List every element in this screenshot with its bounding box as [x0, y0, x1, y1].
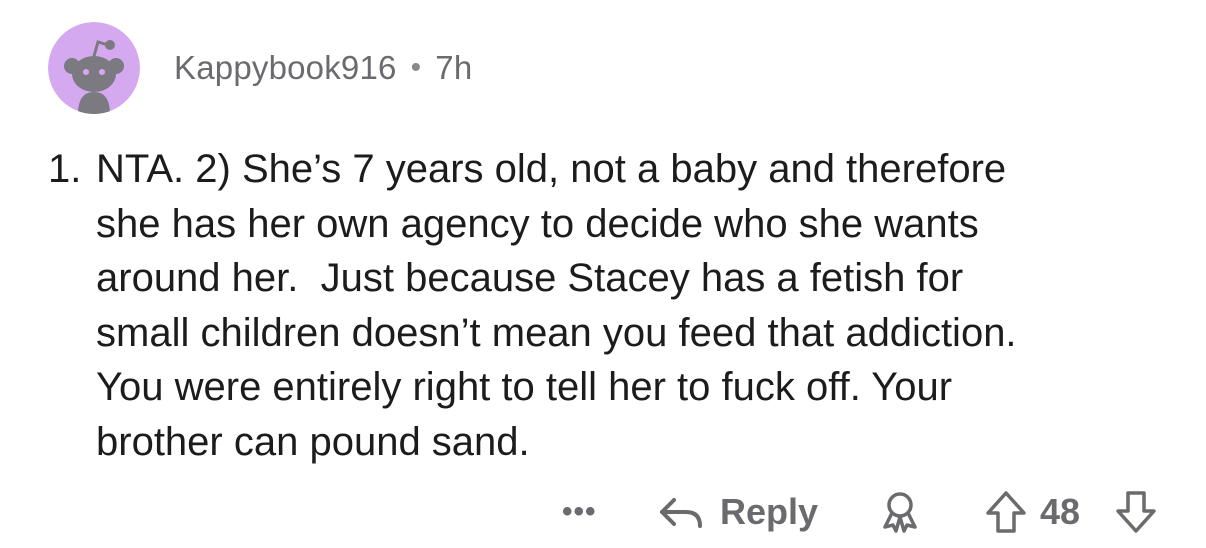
comment-actions: ••• Reply 48 [0, 486, 1206, 538]
downvote-button[interactable] [1114, 486, 1158, 538]
reply-button[interactable]: Reply [658, 486, 818, 538]
comment-age: 7h [435, 49, 473, 86]
vote-score: 48 [1040, 491, 1081, 532]
reply-label: Reply [720, 491, 819, 532]
username[interactable]: Kappybook916 [174, 49, 397, 87]
comment-number: 1. [48, 147, 82, 191]
comment-meta: Kappybook916 • 7h [174, 49, 472, 87]
upvote-button[interactable] [984, 486, 1028, 538]
downvote-arrow-icon [1116, 491, 1156, 533]
comment-text: NTA. 2) She’s 7 years old, not a baby an… [96, 147, 1017, 464]
upvote-arrow-icon [986, 491, 1026, 533]
comment-body: 1. NTA. 2) She’s 7 years old, not a baby… [48, 142, 1188, 469]
snoo-avatar-icon[interactable] [48, 22, 140, 114]
comment-header: Kappybook916 • 7h [48, 20, 472, 116]
award-icon [883, 492, 917, 533]
meta-separator: • [410, 51, 422, 84]
reply-arrow-icon [660, 498, 702, 528]
more-icon: ••• [562, 495, 597, 528]
more-options-button[interactable]: ••• [562, 486, 597, 538]
award-button[interactable] [880, 486, 920, 538]
